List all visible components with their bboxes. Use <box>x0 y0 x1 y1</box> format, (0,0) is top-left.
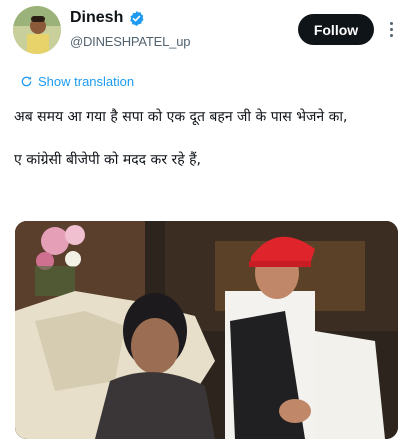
author-name-row: Dinesh <box>70 9 145 27</box>
author-handle[interactable]: @DINESHPATEL_up <box>70 34 190 49</box>
more-dot <box>389 21 393 25</box>
follow-button[interactable]: Follow <box>298 14 374 45</box>
globe-icon <box>20 75 33 88</box>
more-dot <box>389 27 393 31</box>
more-dot <box>389 33 393 37</box>
avatar[interactable] <box>13 6 61 54</box>
verified-badge-icon <box>128 10 145 27</box>
more-vertical-icon[interactable] <box>379 16 403 42</box>
show-translation-label: Show translation <box>38 74 135 89</box>
author-name[interactable]: Dinesh <box>70 9 123 27</box>
tweet-text: अब समय आ गया है सपा को एक दूत बहन जी के … <box>14 106 398 172</box>
tweet-text-line: अब समय आ गया है सपा को एक दूत बहन जी के … <box>14 109 348 125</box>
show-translation-link[interactable]: Show translation <box>20 74 134 89</box>
tweet-text-line: ए कांग्रेसी बीजेपी को मदद कर रहे हैं, <box>14 152 201 168</box>
tweet-photo[interactable] <box>15 221 398 439</box>
tweet-card: Dinesh @DINESHPATEL_up Follow Show trans… <box>0 0 412 439</box>
